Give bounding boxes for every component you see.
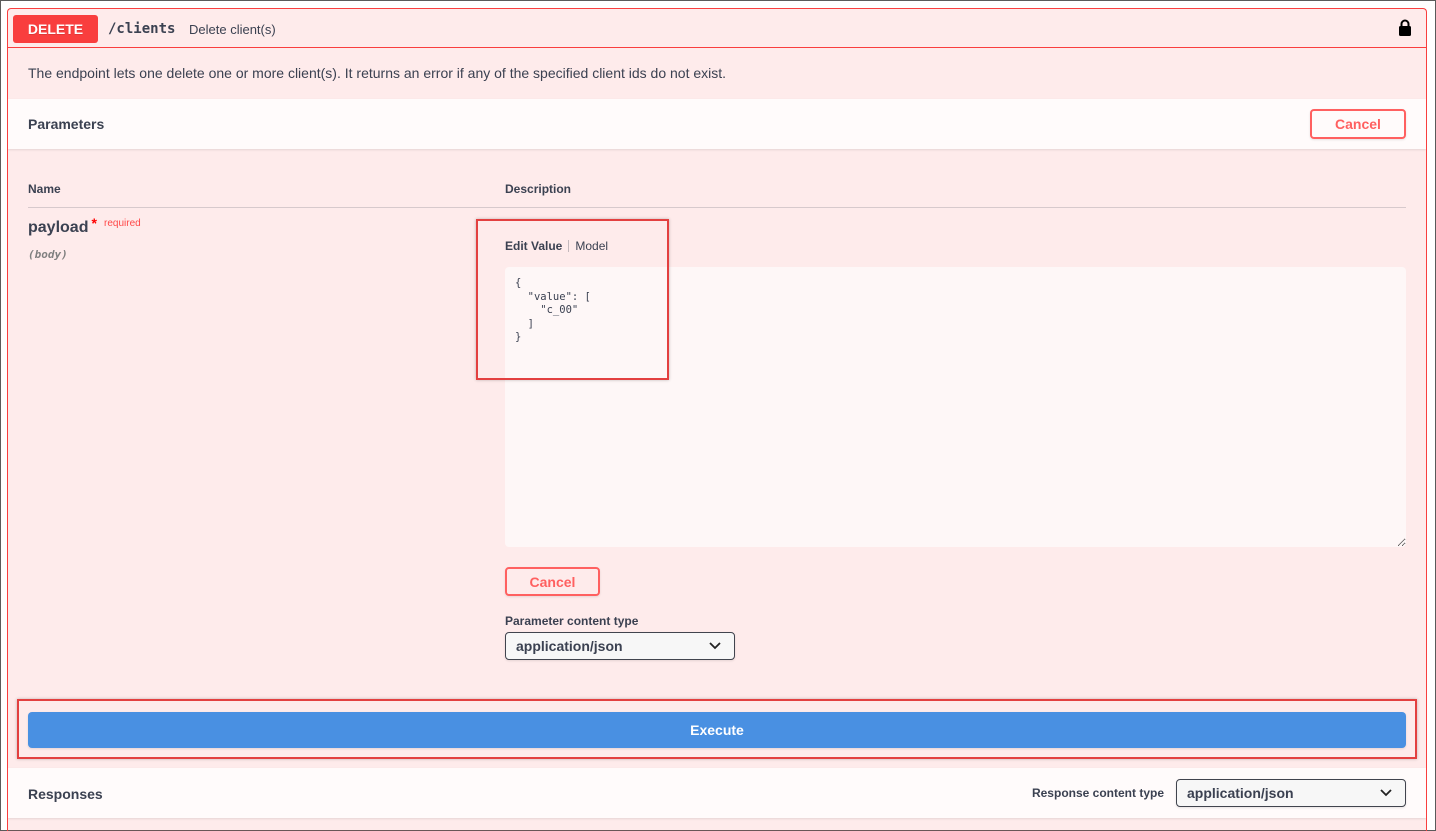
opblock-delete-clients: DELETE /clients Delete client(s) The end… (7, 8, 1427, 831)
body-param-textarea[interactable] (505, 267, 1406, 547)
required-label: required (104, 218, 141, 229)
response-content-type-value: application/json (1187, 785, 1294, 801)
tab-model[interactable]: Model (575, 239, 608, 253)
endpoint-summary: Delete client(s) (189, 22, 276, 37)
parameter-name-text: payload (28, 219, 89, 236)
column-header-description: Description (505, 182, 572, 196)
endpoint-path: /clients (108, 21, 176, 37)
column-header-name: Name (28, 182, 61, 196)
parameter-content-type-value: application/json (516, 638, 623, 654)
body-cancel-button[interactable]: Cancel (505, 567, 600, 596)
responses-title: Responses (28, 786, 103, 802)
response-content-type-label: Response content type (1031, 786, 1164, 800)
opblock-summary[interactable]: DELETE /clients Delete client(s) (8, 9, 1426, 48)
response-content-type-select[interactable]: application/json (1176, 779, 1406, 807)
parameter-name: payload * (28, 215, 97, 237)
chevron-down-icon (709, 642, 721, 650)
try-out-cancel-button[interactable]: Cancel (1310, 109, 1406, 139)
parameter-content-type-label: Parameter content type (505, 614, 639, 628)
tab-edit-value[interactable]: Edit Value (505, 239, 562, 253)
chevron-down-icon (1380, 789, 1392, 797)
parameters-title: Parameters (28, 116, 105, 132)
parameter-content-type-select[interactable]: application/json (505, 632, 735, 660)
tab-separator (568, 240, 570, 252)
parameter-location: (body) (28, 248, 68, 261)
method-badge: DELETE (13, 15, 98, 43)
execute-button[interactable]: Execute (28, 712, 1406, 748)
parameters-header: Parameters Cancel (8, 99, 1426, 149)
lock-icon[interactable] (1398, 19, 1412, 37)
endpoint-description: The endpoint lets one delete one or more… (28, 65, 727, 81)
required-star: * (91, 215, 97, 231)
table-divider (28, 207, 1406, 208)
body-tabs: Edit Value Model (505, 239, 608, 253)
